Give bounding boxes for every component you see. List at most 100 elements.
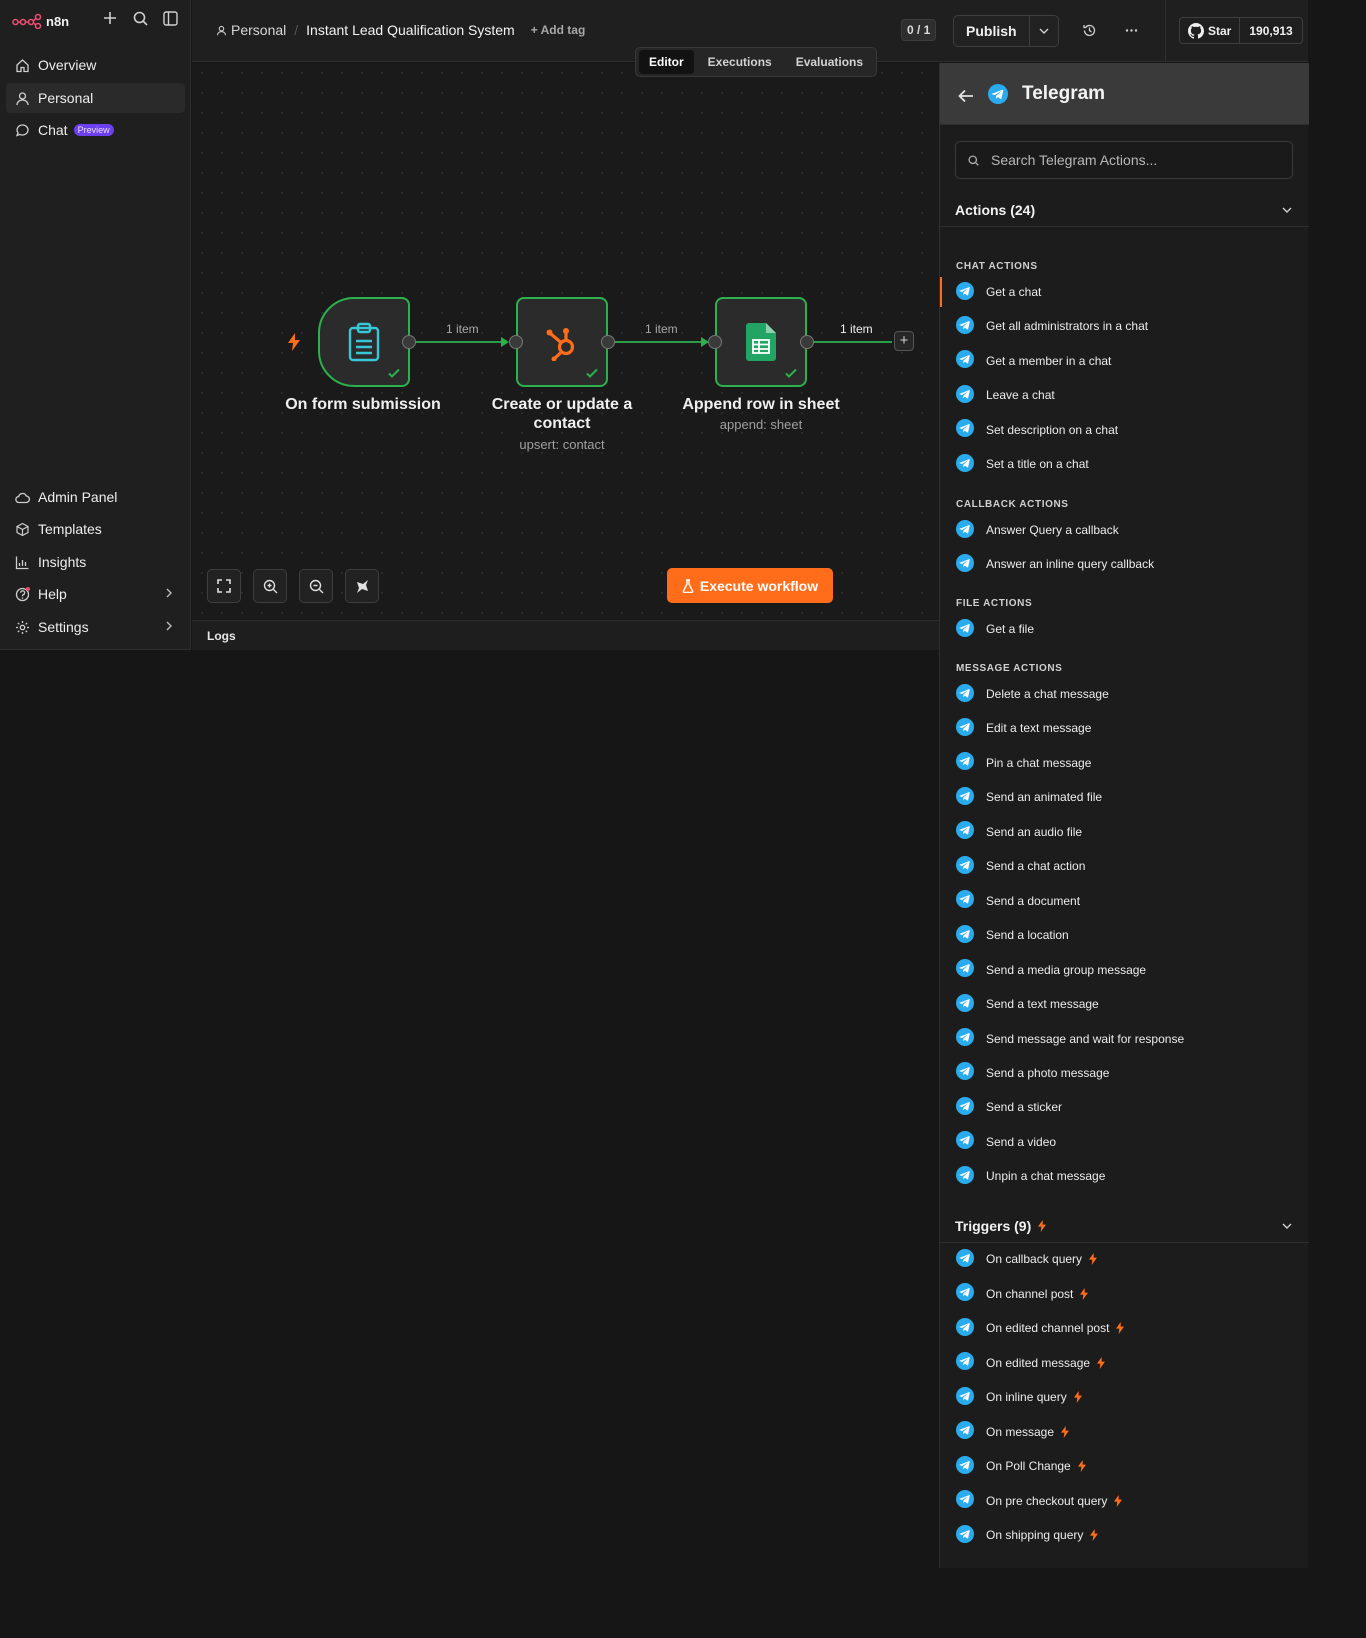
action-item[interactable]: Send a chat action (940, 851, 1308, 881)
sidebar-item-label: Personal (38, 90, 94, 106)
action-item[interactable]: Delete a chat message (940, 679, 1308, 709)
action-item[interactable]: Send a media group message (940, 955, 1308, 985)
sidebar-item-settings[interactable]: Settings (6, 612, 185, 642)
search-icon[interactable] (132, 10, 148, 26)
broom-icon (356, 579, 368, 593)
output-port[interactable] (402, 335, 416, 349)
action-item[interactable]: Send message and wait for response (940, 1024, 1308, 1054)
panel-title: Telegram (1022, 83, 1106, 104)
zoom-in-button[interactable] (253, 569, 287, 603)
arrow-left-icon[interactable] (957, 87, 975, 105)
execute-workflow-label: Execute workflow (699, 577, 819, 594)
action-item[interactable]: Answer Query a callback (940, 515, 1308, 545)
trigger-item[interactable]: On inline query (940, 1382, 1308, 1412)
add-tag-button[interactable]: + Add tag (531, 23, 586, 37)
action-item[interactable]: Send a document (940, 886, 1308, 916)
zoom-out-button[interactable] (299, 569, 333, 603)
action-item[interactable]: Send an animated file (940, 782, 1308, 812)
trigger-item[interactable]: On channel post (940, 1279, 1308, 1309)
trigger-item[interactable]: On edited message (940, 1348, 1308, 1378)
action-label: Send a location (986, 928, 1069, 943)
add-node-button[interactable]: + (894, 331, 914, 351)
github-icon (1188, 22, 1204, 39)
logs-panel[interactable]: Logs (192, 620, 940, 650)
sidebar-item-templates[interactable]: Templates (6, 514, 185, 544)
sidebar-item-insights[interactable]: Insights (6, 547, 185, 577)
action-item[interactable]: Edit a text message (940, 713, 1308, 743)
workflow-node-google-sheets[interactable] (715, 297, 807, 387)
workflow-node-form-trigger[interactable] (318, 297, 410, 387)
action-item[interactable]: Pin a chat message (940, 748, 1308, 778)
sidebar-item-chat[interactable]: Chat Preview (6, 115, 185, 145)
breadcrumb-separator: / (294, 22, 299, 38)
tab-evaluations[interactable]: Evaluations (786, 50, 873, 74)
zoom-in-icon (263, 579, 277, 593)
action-item[interactable]: Unpin a chat message (940, 1161, 1308, 1191)
trigger-item[interactable]: On callback query (940, 1244, 1308, 1274)
output-port[interactable] (601, 335, 615, 349)
workflow-node-hubspot[interactable] (516, 297, 608, 387)
trigger-item[interactable]: On edited channel post (940, 1313, 1308, 1343)
tab-executions[interactable]: Executions (698, 50, 782, 74)
trigger-item[interactable]: On message (940, 1417, 1308, 1447)
action-item[interactable]: Get all administrators in a chat (940, 311, 1308, 341)
action-item[interactable]: Get a member in a chat (940, 346, 1308, 376)
action-item[interactable]: Send a photo message (940, 1058, 1308, 1088)
telegram-icon (956, 855, 974, 877)
action-item[interactable]: Set description on a chat (940, 415, 1308, 445)
telegram-icon (956, 1490, 974, 1511)
search-field[interactable] (955, 141, 1293, 179)
app-root: n8n Overview Personal Chat Preview Admin… (0, 0, 1309, 1568)
trigger-item[interactable]: On pre checkout query (940, 1486, 1308, 1516)
telegram-icon (956, 618, 974, 640)
bolt-icon (1113, 1494, 1123, 1507)
sidebar-item-label: Templates (38, 521, 102, 537)
publish-button[interactable]: Publish (954, 16, 1030, 46)
workflow-name[interactable]: Instant Lead Qualification System (306, 22, 515, 38)
actions-section-header[interactable]: Actions (24) (940, 193, 1309, 227)
action-item[interactable]: Send a sticker (940, 1092, 1308, 1122)
node-subtitle: upsert: contact (519, 437, 605, 452)
plus-icon[interactable] (102, 10, 118, 26)
action-item[interactable]: Send an audio file (940, 817, 1308, 847)
sidebar-item-label: Insights (38, 554, 87, 570)
workflow-canvas[interactable]: On form submission Create or update a co… (192, 63, 940, 619)
trigger-item[interactable]: On shipping query (940, 1520, 1308, 1550)
sidebar-item-personal[interactable]: Personal (6, 83, 185, 113)
github-star: Star (1180, 18, 1241, 43)
search-input[interactable] (991, 152, 1281, 168)
trigger-item[interactable]: On Poll Change (940, 1451, 1308, 1481)
sidebar-item-admin-panel[interactable]: Admin Panel (6, 482, 185, 512)
action-item[interactable]: Get a file (940, 614, 1308, 644)
more-options-icon[interactable] (1124, 23, 1140, 39)
actions-header-label: Actions (24) (955, 201, 1036, 218)
fit-view-button[interactable] (207, 569, 241, 603)
triggers-section-header[interactable]: Triggers (9) (940, 1209, 1309, 1243)
github-star-button[interactable]: Star 190,913 (1179, 17, 1303, 44)
sidebar-item-help[interactable]: Help (6, 579, 185, 609)
action-item[interactable]: Leave a chat (940, 380, 1308, 410)
n8n-logo-icon (12, 13, 42, 29)
action-item[interactable]: Send a video (940, 1127, 1308, 1157)
tab-editor[interactable]: Editor (639, 50, 694, 74)
execute-workflow-button[interactable]: Execute workflow (667, 568, 833, 603)
input-port[interactable] (708, 335, 722, 349)
output-port[interactable] (800, 335, 814, 349)
divider (1165, 0, 1166, 62)
app-name: n8n (46, 13, 70, 29)
action-item[interactable]: Get a chat (940, 277, 1308, 307)
tidy-up-button[interactable] (345, 569, 379, 603)
action-item[interactable]: Answer an inline query callback (940, 549, 1308, 579)
sidebar-item-overview[interactable]: Overview (6, 50, 185, 80)
collapse-sidebar-icon[interactable] (162, 10, 178, 26)
group-title: FILE ACTIONS (956, 598, 1033, 609)
input-port[interactable] (509, 335, 523, 349)
action-item[interactable]: Set a title on a chat (940, 449, 1308, 479)
action-item[interactable]: Send a location (940, 920, 1308, 950)
breadcrumb-project[interactable]: Personal (231, 22, 286, 38)
action-item[interactable]: Send a text message (940, 989, 1308, 1019)
history-icon[interactable] (1082, 23, 1098, 39)
telegram-icon (956, 1028, 974, 1049)
logo[interactable]: n8n (12, 10, 69, 32)
publish-dropdown[interactable] (1030, 25, 1058, 37)
